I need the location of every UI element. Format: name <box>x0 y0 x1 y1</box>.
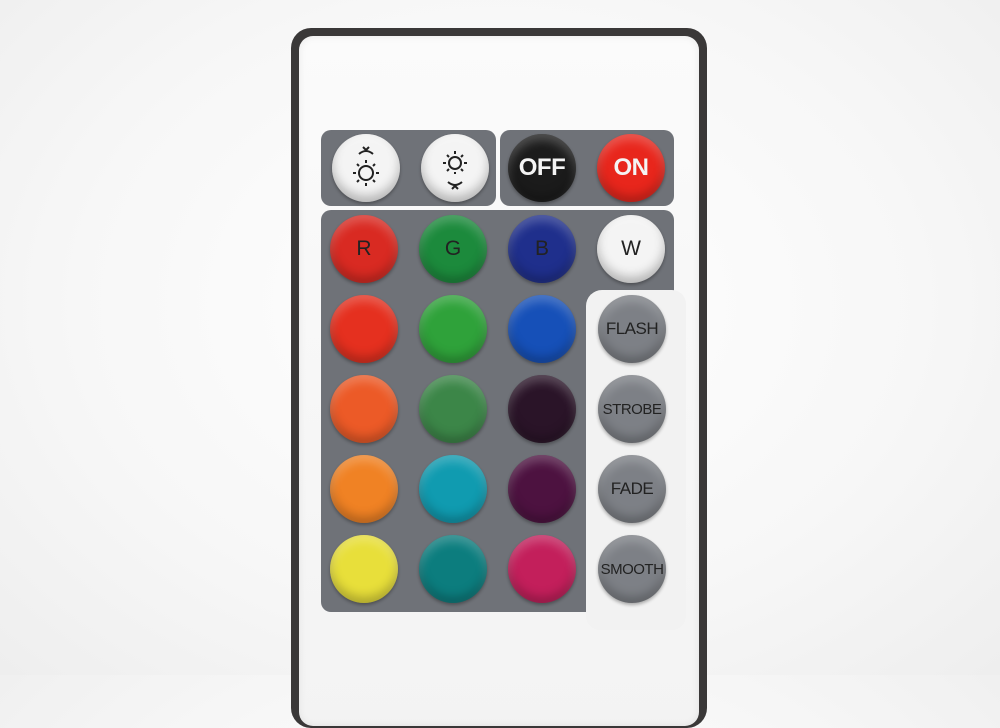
off-button[interactable]: OFF <box>508 134 576 202</box>
smooth-button[interactable]: SMOOTH <box>598 535 666 603</box>
green-button[interactable]: G <box>419 215 487 283</box>
white-button[interactable]: W <box>597 215 665 283</box>
fade-button[interactable]: FADE <box>598 455 666 523</box>
strobe-label: STROBE <box>602 400 662 418</box>
color-button-1-1[interactable] <box>330 295 398 363</box>
brightness-down-button[interactable] <box>421 134 489 202</box>
color-button-4-2[interactable] <box>419 535 487 603</box>
red-button[interactable]: R <box>330 215 398 283</box>
brightness-up-icon <box>353 146 379 186</box>
color-button-4-1[interactable] <box>330 535 398 603</box>
color-button-3-1[interactable] <box>330 455 398 523</box>
on-button[interactable]: ON <box>597 134 665 202</box>
color-button-3-2[interactable] <box>419 455 487 523</box>
blue-button[interactable]: B <box>508 215 576 283</box>
flash-button[interactable]: FLASH <box>598 295 666 363</box>
off-label: OFF <box>518 154 566 181</box>
blue-label: B <box>534 237 549 260</box>
strobe-button[interactable]: STROBE <box>598 375 666 443</box>
brightness-up-button[interactable] <box>332 134 400 202</box>
brightness-down-icon <box>443 151 467 190</box>
color-button-3-3[interactable] <box>508 455 576 523</box>
red-label: R <box>356 237 372 260</box>
smooth-label: SMOOTH <box>600 560 664 578</box>
color-button-1-3[interactable] <box>508 295 576 363</box>
white-label: W <box>621 237 641 260</box>
color-button-1-2[interactable] <box>419 295 487 363</box>
color-button-2-2[interactable] <box>419 375 487 443</box>
color-button-2-3[interactable] <box>508 375 576 443</box>
color-button-4-3[interactable] <box>508 535 576 603</box>
color-button-2-1[interactable] <box>330 375 398 443</box>
on-label: ON <box>613 154 650 181</box>
fade-label: FADE <box>610 479 654 498</box>
flash-label: FLASH <box>605 319 659 338</box>
green-label: G <box>444 237 462 260</box>
